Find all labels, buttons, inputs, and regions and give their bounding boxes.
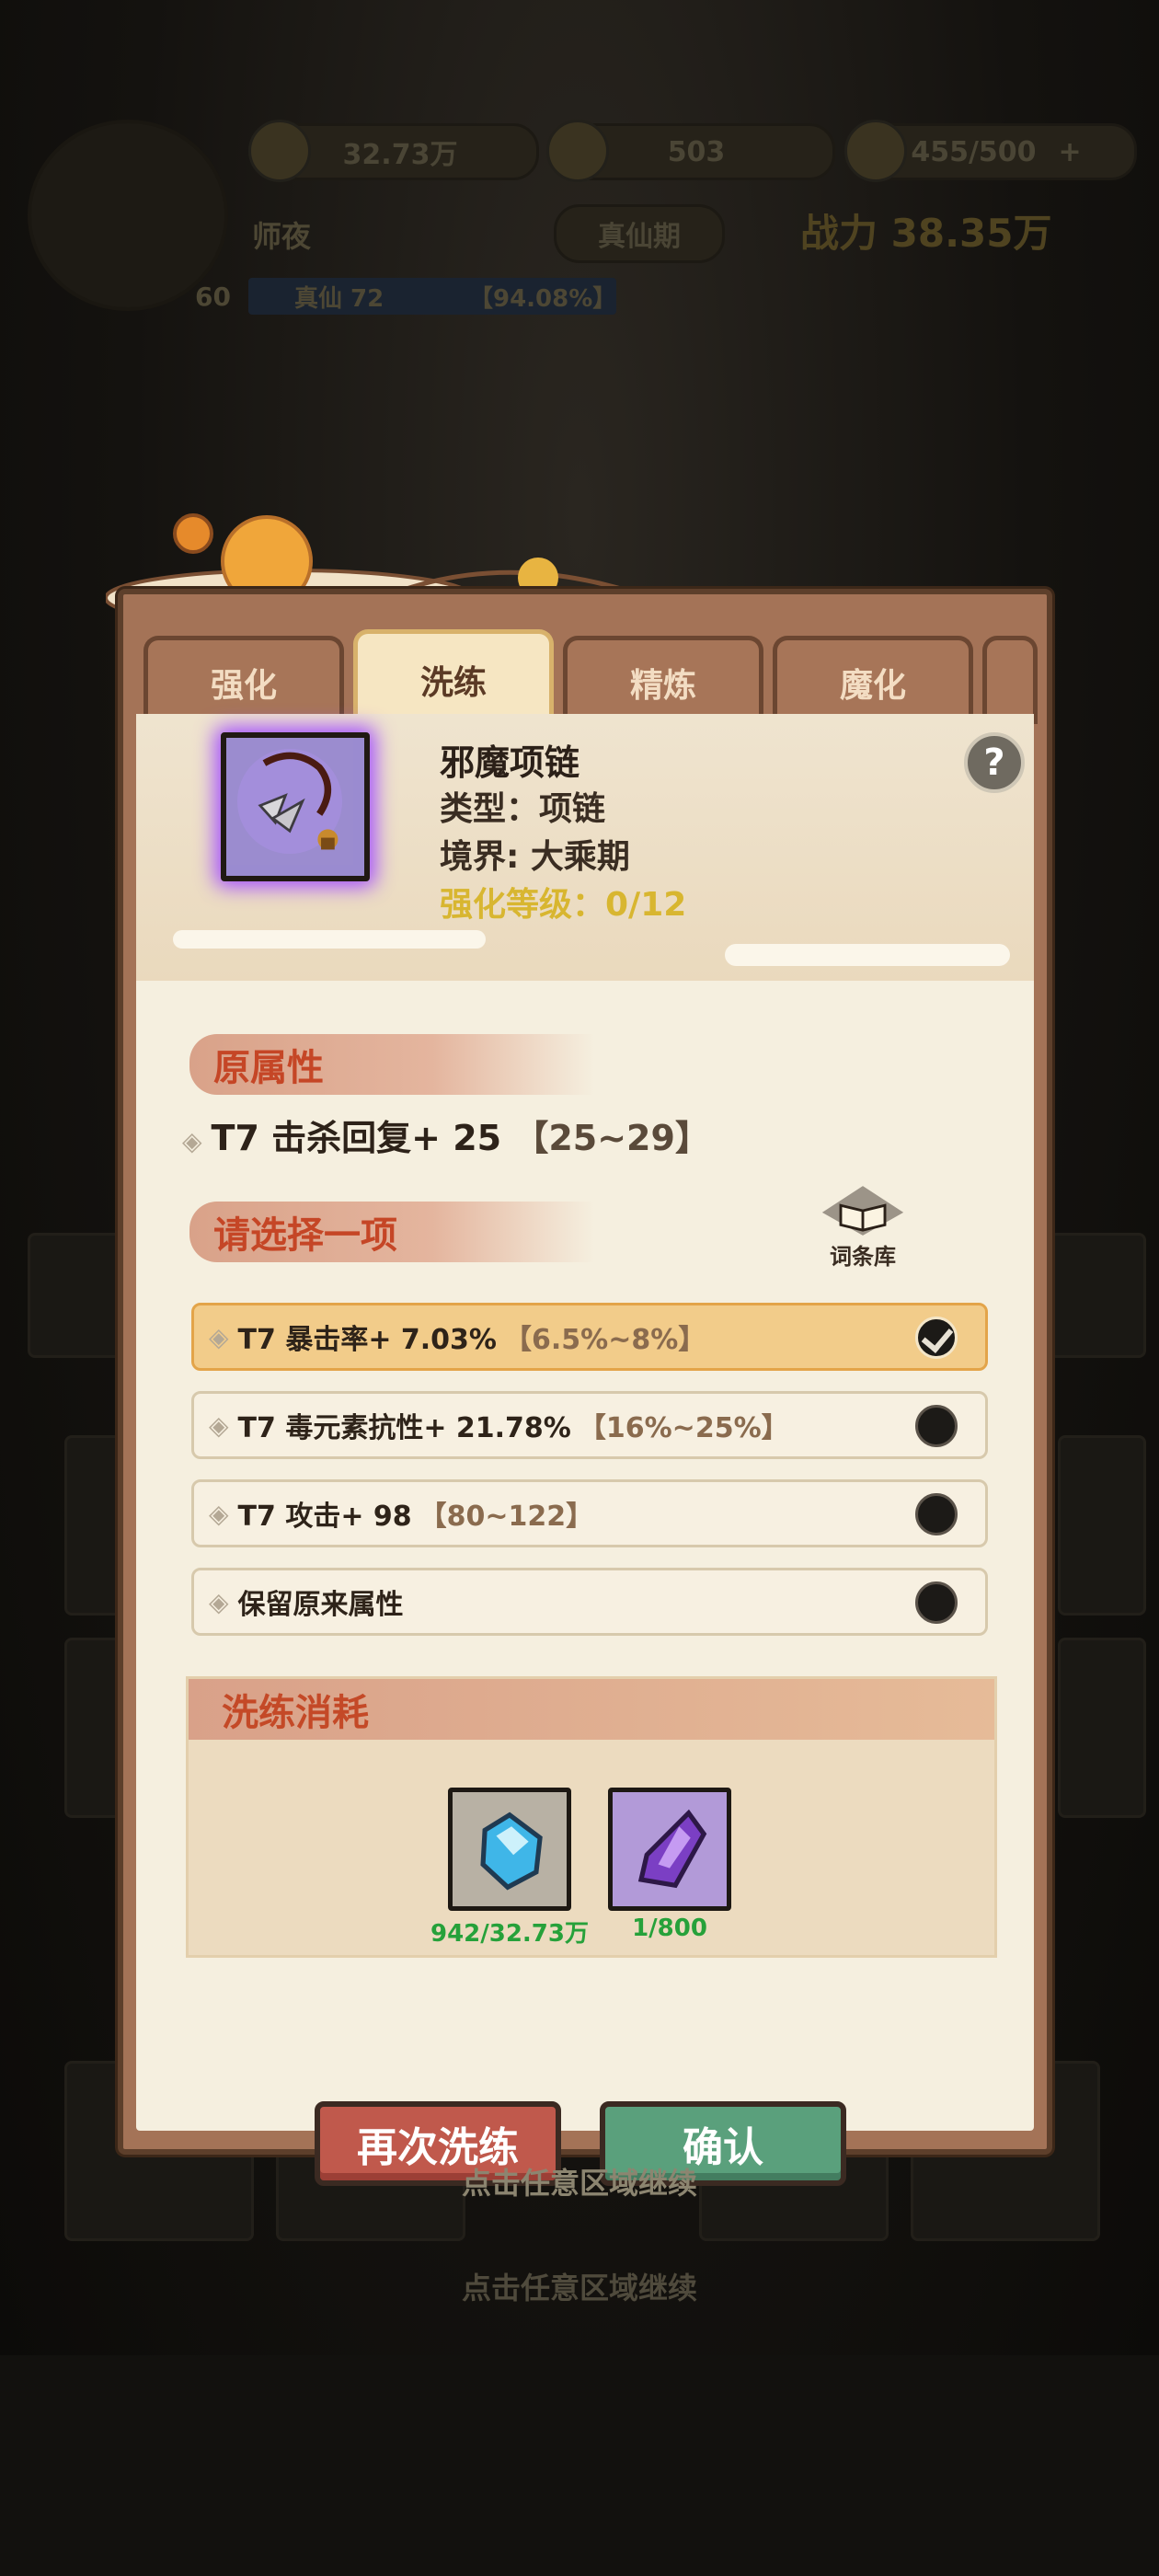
diamond-icon: ◈ — [209, 1586, 229, 1617]
radio-icon[interactable] — [915, 1581, 958, 1624]
item-type: 类型：项链 — [440, 790, 606, 828]
original-attr-heading: 原属性 — [189, 1034, 594, 1095]
option-keep-original[interactable]: ◈ 保留原来属性 — [191, 1568, 988, 1636]
necklace-icon — [226, 738, 353, 865]
level-value: 60 — [195, 282, 231, 312]
radio-icon[interactable] — [915, 1493, 958, 1535]
tab-demonize-label: 魔化 — [839, 666, 906, 705]
radio-icon[interactable] — [915, 1405, 958, 1447]
tab-enhance[interactable]: 强化 — [143, 636, 344, 724]
tab-reforge-label: 洗练 — [419, 663, 487, 702]
exp-label: 真仙 72 — [294, 285, 384, 313]
tab-demonize[interactable]: 魔化 — [773, 636, 973, 724]
gold-icon — [546, 120, 609, 182]
tab-refine-label: 精炼 — [629, 666, 696, 705]
material-count: 942/32.73万 — [430, 1920, 589, 1948]
cost-panel: 洗练消耗 942/32.73万 1/800 — [186, 1676, 997, 1958]
tap-to-continue-shadow: 点击任意区域继续 — [461, 2271, 697, 2306]
tab-more[interactable] — [982, 636, 1038, 724]
realm-badge-label: 真仙期 — [598, 221, 681, 253]
item-realm: 境界: 大乘期 — [440, 838, 630, 876]
cost-heading: 洗练消耗 — [189, 1679, 994, 1740]
item-icon[interactable] — [221, 732, 370, 881]
tap-to-continue[interactable]: 点击任意区域继续 — [0, 2160, 1159, 2202]
bg-slot — [1049, 1233, 1146, 1358]
item-name: 邪魔项链 — [440, 742, 580, 783]
option-range: 【16%~25%】 — [578, 1412, 789, 1444]
tab-reforge[interactable]: 洗练 — [353, 629, 554, 725]
original-attr-line: ◈ T7 击杀回复+ 25 【25~29】 — [182, 1110, 710, 1160]
choose-heading: 请选择一项 — [189, 1202, 594, 1262]
option-crit-rate[interactable]: ◈ T7 暴击率+ 7.03% 【6.5%~8%】 — [191, 1303, 988, 1371]
option-attack[interactable]: ◈ T7 攻击+ 98 【80~122】 — [191, 1479, 988, 1547]
player-name: 师夜 — [252, 219, 312, 254]
material-slot[interactable] — [608, 1788, 731, 1911]
header-wave — [725, 944, 1010, 966]
check-icon[interactable] — [915, 1317, 958, 1359]
stamina-value: 455/500 — [911, 135, 1037, 168]
help-button[interactable]: ? — [964, 732, 1025, 793]
gold-value: 503 — [667, 135, 726, 168]
power-value: 战力 38.35万 — [800, 211, 1052, 256]
term-library-label: 词条库 — [830, 1244, 896, 1270]
bg-slot — [1058, 1435, 1146, 1616]
diamond-icon: ◈ — [209, 1321, 229, 1352]
choose-title: 请选择一项 — [213, 1214, 397, 1257]
option-text: T7 毒元素抗性+ 21.78% — [237, 1412, 571, 1444]
exp-bar: 真仙 72 【94.08%】 — [248, 278, 616, 315]
modal-content: 邪魔项链 类型：项链 境界: 大乘期 强化等级：0/12 ? 原属性 ◈ T7 击… — [136, 714, 1034, 2186]
exp-percent: 【94.08%】 — [469, 285, 617, 313]
original-attr-range: 【25~29】 — [513, 1118, 710, 1158]
tab-refine[interactable]: 精炼 — [563, 636, 763, 724]
bottom-nav — [0, 2355, 1159, 2576]
cost-title: 洗练消耗 — [222, 1692, 369, 1734]
spirit-stone-value: 32.73万 — [342, 139, 458, 171]
bg-slot — [1058, 1638, 1146, 1818]
diamond-icon: ◈ — [209, 1409, 229, 1441]
header-wave — [173, 930, 486, 949]
material-count: 1/800 — [632, 1915, 707, 1942]
option-text: T7 暴击率+ 7.03% — [237, 1324, 497, 1356]
diamond-icon: ◈ — [182, 1126, 202, 1156]
option-text: T7 攻击+ 98 — [237, 1501, 412, 1533]
refine-modal: 强化 洗练 精炼 魔化 邪魔项链 类型：项链 境界: 大乘期 强化等级：0/12… — [118, 589, 1052, 2186]
item-enhance-level: 强化等级：0/12 — [440, 886, 687, 924]
option-range: 【6.5%~8%】 — [504, 1324, 706, 1356]
option-range: 【80~122】 — [419, 1501, 594, 1533]
term-library-button[interactable]: 词条库 — [817, 1183, 909, 1270]
original-attr-stat: T7 击杀回复+ 25 — [211, 1118, 502, 1158]
material-slot[interactable] — [448, 1788, 571, 1911]
original-attr-title: 原属性 — [213, 1047, 324, 1089]
purple-crystal-icon — [613, 1792, 727, 1906]
blue-crystal-icon — [453, 1792, 567, 1906]
book-icon — [821, 1186, 904, 1236]
realm-badge: 真仙期 — [554, 204, 725, 263]
option-text: 保留原来属性 — [237, 1589, 404, 1621]
tab-enhance-label: 强化 — [210, 666, 277, 705]
diamond-icon: ◈ — [209, 1498, 229, 1529]
add-stamina-button[interactable]: + — [1059, 136, 1082, 168]
stamina-icon — [844, 120, 907, 182]
option-poison-resist[interactable]: ◈ T7 毒元素抗性+ 21.78% 【16%~25%】 — [191, 1391, 988, 1459]
spirit-stone-icon — [248, 120, 311, 182]
